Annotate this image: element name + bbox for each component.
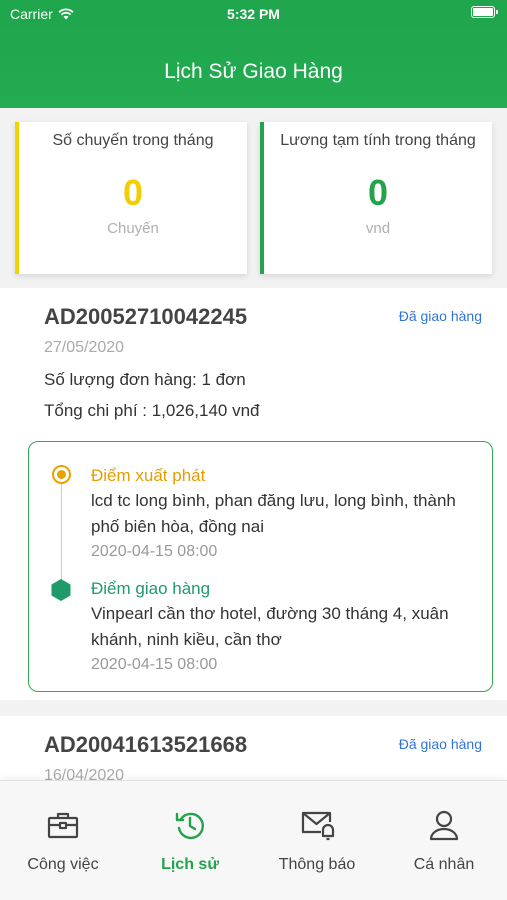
destination-time: 2020-04-15 08:00 <box>91 656 218 673</box>
salary-stat-label: Lương tạm tính trong tháng <box>280 132 476 149</box>
order-date: 27/05/2020 <box>44 339 125 356</box>
page-title: Lịch Sử Giao Hàng <box>164 60 343 83</box>
trips-stat-unit: Chuyến <box>107 220 159 237</box>
origin-marker-icon <box>52 465 71 484</box>
origin-title: Điểm xuất phát <box>91 466 206 485</box>
trips-stat-card: Số chuyến trong tháng 0 Chuyến <box>15 122 247 274</box>
order-code: AD20041613521668 <box>44 732 248 757</box>
tab-label: Thông báo <box>278 856 356 873</box>
order-status-badge: Đã giao hàng <box>398 308 482 324</box>
tab-ca-nhan[interactable]: Cá nhân <box>381 781 507 900</box>
origin-address: lcd tc long bình, phan đăng lưu, long bì… <box>91 491 456 536</box>
salary-stat-card: Lương tạm tính trong tháng 0 vnd <box>260 122 492 274</box>
tab-lich-su[interactable]: Lịch sử <box>127 781 253 900</box>
tab-label: Lịch sử <box>161 856 219 873</box>
route-connector-line <box>61 482 62 580</box>
history-icon <box>175 812 204 840</box>
salary-stat-unit: vnd <box>365 220 391 237</box>
trips-stat-value: 0 <box>122 172 144 213</box>
mail-bell-icon <box>301 811 335 841</box>
clock: 5:32 PM <box>227 6 280 22</box>
tab-label: Cá nhân <box>413 856 475 873</box>
tab-cong-viec[interactable]: Công việc <box>0 781 126 900</box>
order-card[interactable]: AD20052710042245 Đã giao hàng 27/05/2020… <box>0 288 507 700</box>
order-code: AD20052710042245 <box>44 304 248 329</box>
order-date: 16/04/2020 <box>44 767 125 780</box>
user-icon <box>429 810 459 841</box>
origin-time: 2020-04-15 08:00 <box>91 543 218 560</box>
battery-icon <box>471 6 498 18</box>
order-status-badge: Đã giao hàng <box>398 736 482 752</box>
briefcase-icon <box>47 812 79 839</box>
order-total-cost: Tổng chi phí : 1,026,140 vnđ <box>44 401 260 420</box>
order-card[interactable]: AD20041613521668 Đã giao hàng 16/04/2020 <box>0 716 507 780</box>
bottom-tab-bar: Công việc Lịch sử Thông báo Cá nhân <box>0 780 507 900</box>
order-quantity: Số lượng đơn hàng: 1 đơn <box>44 370 246 389</box>
salary-stat-value: 0 <box>367 172 389 213</box>
status-bar: Carrier 5:32 PM <box>0 0 507 28</box>
app-header: Carrier 5:32 PM Lịch Sử Giao Hàng <box>0 0 507 108</box>
tab-label: Công việc <box>27 856 99 873</box>
destination-title: Điểm giao hàng <box>91 579 211 598</box>
tab-thong-bao[interactable]: Thông báo <box>254 781 380 900</box>
destination-address: Vinpearl cần thơ hotel, đường 30 tháng 4… <box>91 604 449 649</box>
trips-stat-label: Số chuyến trong tháng <box>52 132 214 149</box>
route-box: Điểm xuất phát lcd tc long bình, phan đă… <box>28 441 493 692</box>
destination-marker-icon <box>51 579 71 601</box>
history-content[interactable]: Số chuyến trong tháng 0 Chuyến Lương tạm… <box>0 108 507 780</box>
